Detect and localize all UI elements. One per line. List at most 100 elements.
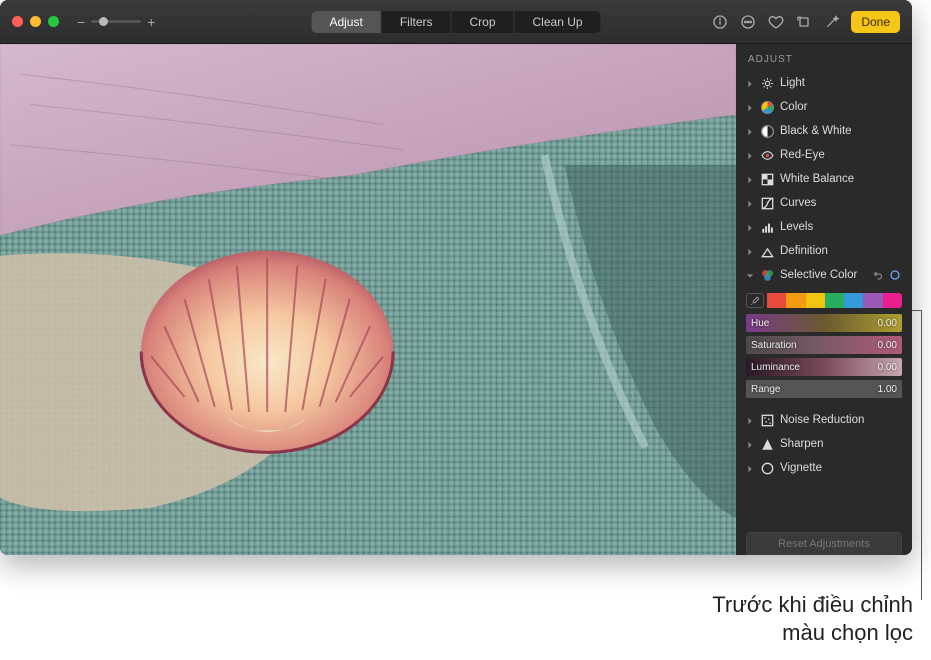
zoom-out-icon: − bbox=[77, 14, 85, 30]
luminance-slider[interactable]: Luminance 0.00 bbox=[746, 358, 902, 376]
selective-color-icon bbox=[760, 268, 774, 282]
swatch-red[interactable] bbox=[767, 293, 786, 308]
adj-label: Vignette bbox=[780, 462, 902, 474]
adj-levels[interactable]: Levels bbox=[736, 215, 912, 239]
toggle-circle-icon[interactable] bbox=[889, 269, 902, 282]
adj-bw[interactable]: Black & White bbox=[736, 119, 912, 143]
adj-label: Sharpen bbox=[780, 438, 902, 450]
slider-label: Hue bbox=[751, 318, 769, 329]
hue-slider[interactable]: Hue 0.00 bbox=[746, 314, 902, 332]
info-icon[interactable] bbox=[711, 13, 729, 31]
swatch-orange[interactable] bbox=[786, 293, 805, 308]
definition-icon bbox=[760, 244, 774, 258]
bw-icon bbox=[760, 124, 774, 138]
curves-icon bbox=[760, 196, 774, 210]
color-swatches bbox=[746, 293, 902, 308]
autoenhance-icon[interactable] bbox=[823, 13, 841, 31]
swatch-yellow[interactable] bbox=[806, 293, 825, 308]
selective-color-controls: Hue 0.00 Saturation 0.00 Luminance 0.00 … bbox=[736, 287, 912, 408]
zoom-in-icon: + bbox=[147, 14, 155, 30]
adj-label: Selective Color bbox=[780, 269, 866, 281]
tab-cleanup[interactable]: Clean Up bbox=[515, 11, 601, 33]
chevron-right-icon bbox=[746, 199, 754, 207]
chevron-right-icon bbox=[746, 416, 754, 424]
chevron-right-icon bbox=[746, 223, 754, 231]
adj-vignette[interactable]: Vignette bbox=[736, 456, 912, 480]
app-window: − + Adjust Filters Crop Clean Up Done bbox=[0, 0, 912, 555]
vignette-icon bbox=[760, 461, 774, 475]
maximize-window-button[interactable] bbox=[48, 16, 59, 27]
chevron-right-icon bbox=[746, 175, 754, 183]
adj-label: White Balance bbox=[780, 173, 902, 185]
adj-color[interactable]: Color bbox=[736, 95, 912, 119]
window-controls bbox=[12, 16, 59, 27]
slider-value: 0.00 bbox=[878, 362, 897, 373]
slider-label: Saturation bbox=[751, 340, 797, 351]
more-icon[interactable] bbox=[739, 13, 757, 31]
eye-icon bbox=[760, 148, 774, 162]
slider-value: 0.00 bbox=[878, 340, 897, 351]
chevron-right-icon bbox=[746, 464, 754, 472]
chevron-right-icon bbox=[746, 440, 754, 448]
tab-adjust[interactable]: Adjust bbox=[311, 11, 381, 33]
swatch-green[interactable] bbox=[825, 293, 844, 308]
chevron-right-icon bbox=[746, 247, 754, 255]
tab-crop[interactable]: Crop bbox=[451, 11, 514, 33]
adj-label: Curves bbox=[780, 197, 902, 209]
done-button[interactable]: Done bbox=[851, 11, 900, 33]
slider-label: Range bbox=[751, 384, 780, 395]
sharpen-icon bbox=[760, 437, 774, 451]
close-window-button[interactable] bbox=[12, 16, 23, 27]
adj-definition[interactable]: Definition bbox=[736, 239, 912, 263]
saturation-slider[interactable]: Saturation 0.00 bbox=[746, 336, 902, 354]
slider-label: Luminance bbox=[751, 362, 800, 373]
swatch-purple[interactable] bbox=[863, 293, 882, 308]
callout-caption: Trước khi điều chỉnh màu chọn lọc bbox=[712, 591, 913, 648]
swatch-magenta[interactable] bbox=[883, 293, 902, 308]
favorite-icon[interactable] bbox=[767, 13, 785, 31]
adj-label: Levels bbox=[780, 221, 902, 233]
chevron-down-icon bbox=[746, 271, 754, 279]
adj-label: Color bbox=[780, 101, 902, 113]
chevron-right-icon bbox=[746, 151, 754, 159]
callout-line1: Trước khi điều chỉnh bbox=[712, 591, 913, 620]
chevron-right-icon bbox=[746, 103, 754, 111]
callout-line bbox=[921, 310, 922, 600]
adj-label: Definition bbox=[780, 245, 902, 257]
callout-line2: màu chọn lọc bbox=[712, 619, 913, 648]
adj-label: Noise Reduction bbox=[780, 414, 902, 426]
sidebar-header: ADJUST bbox=[736, 44, 912, 71]
adj-curves[interactable]: Curves bbox=[736, 191, 912, 215]
adj-light[interactable]: Light bbox=[736, 71, 912, 95]
range-slider[interactable]: Range 1.00 bbox=[746, 380, 902, 398]
adj-selective-color[interactable]: Selective Color bbox=[736, 263, 912, 287]
callout-line bbox=[912, 310, 921, 311]
minimize-window-button[interactable] bbox=[30, 16, 41, 27]
reset-adjustments-button[interactable]: Reset Adjustments bbox=[746, 532, 902, 555]
chevron-right-icon bbox=[746, 79, 754, 87]
adj-whitebalance[interactable]: White Balance bbox=[736, 167, 912, 191]
chevron-right-icon bbox=[746, 127, 754, 135]
adj-redeye[interactable]: Red-Eye bbox=[736, 143, 912, 167]
image-preview bbox=[0, 44, 736, 555]
zoom-slider[interactable]: − + bbox=[77, 14, 155, 30]
tab-filters[interactable]: Filters bbox=[382, 11, 452, 33]
slider-value: 1.00 bbox=[878, 384, 897, 395]
sun-icon bbox=[760, 76, 774, 90]
colorwheel-icon bbox=[760, 100, 774, 114]
undo-icon[interactable] bbox=[872, 269, 885, 282]
adj-noise[interactable]: Noise Reduction bbox=[736, 408, 912, 432]
edit-mode-tabs: Adjust Filters Crop Clean Up bbox=[311, 11, 600, 33]
adj-label: Red-Eye bbox=[780, 149, 902, 161]
adj-label: Light bbox=[780, 77, 902, 89]
adj-label: Black & White bbox=[780, 125, 902, 137]
levels-icon bbox=[760, 220, 774, 234]
noise-icon bbox=[760, 413, 774, 427]
swatch-blue[interactable] bbox=[844, 293, 863, 308]
titlebar: − + Adjust Filters Crop Clean Up Done bbox=[0, 0, 912, 44]
wb-icon bbox=[760, 172, 774, 186]
adj-sharpen[interactable]: Sharpen bbox=[736, 432, 912, 456]
adjust-sidebar: ADJUST Light Color Black & White Red-Eye bbox=[736, 44, 912, 555]
rotate-icon[interactable] bbox=[795, 13, 813, 31]
eyedropper-button[interactable] bbox=[746, 293, 764, 308]
